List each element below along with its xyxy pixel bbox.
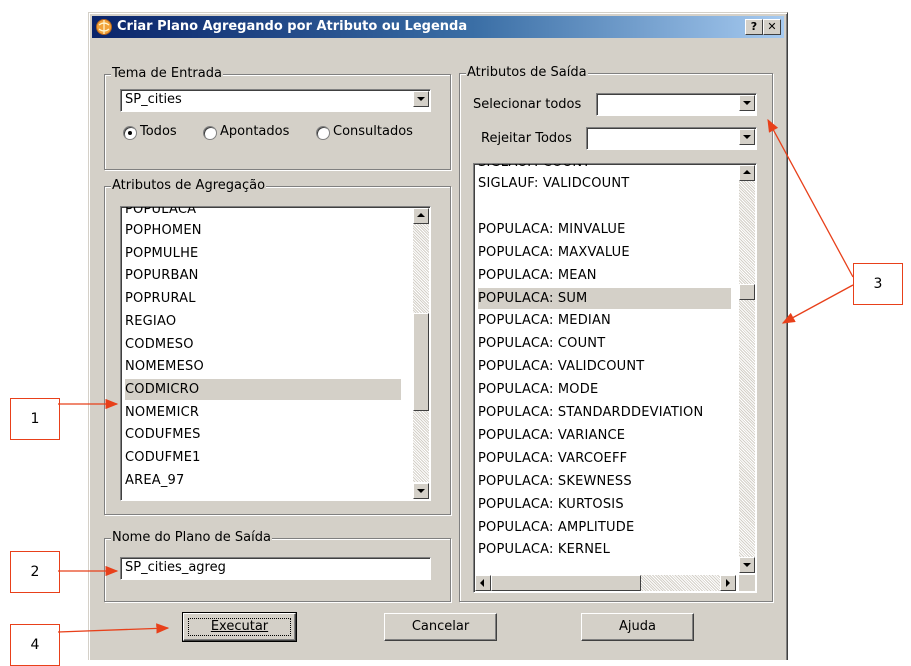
arrow-3b — [781, 284, 854, 324]
callout-arrows — [57, 118, 854, 634]
arrow-3a — [767, 118, 854, 278]
arrow-4 — [57, 623, 170, 634]
